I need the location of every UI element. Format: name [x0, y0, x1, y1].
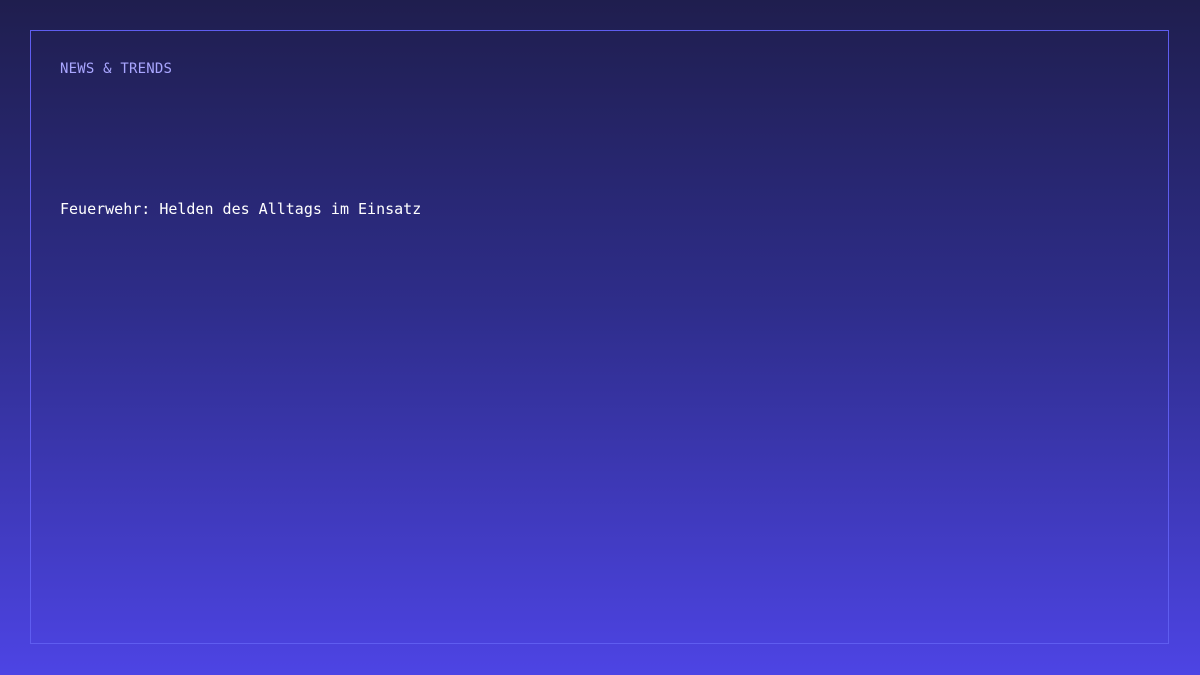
headline: Feuerwehr: Helden des Alltags im Einsatz: [60, 200, 422, 218]
news-card: NEWS & TRENDS Feuerwehr: Helden des Allt…: [30, 30, 1169, 644]
category-label: NEWS & TRENDS: [60, 61, 173, 77]
